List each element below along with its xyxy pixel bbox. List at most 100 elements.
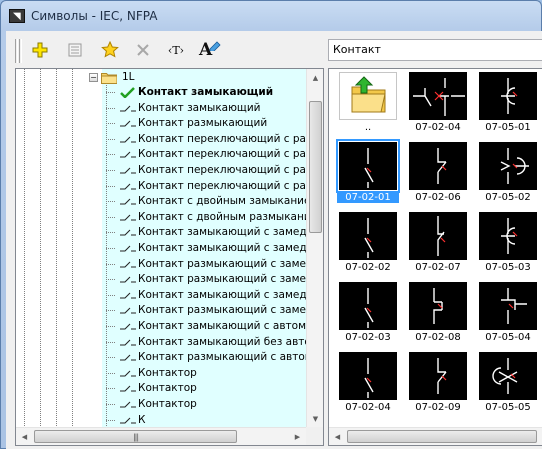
tree-connector — [106, 404, 116, 405]
tree-item[interactable]: Контакт замыкающий с автоматическим — [16, 319, 306, 335]
gallery-symbol-cell[interactable]: 07-02-09 — [405, 352, 471, 418]
gallery-symbol-cell[interactable]: 07-02-03 — [335, 282, 401, 348]
cell-caption: 07-02-04 — [345, 402, 391, 413]
cell-caption: 07-02-01 — [337, 192, 399, 203]
symbol-thumbnail — [339, 212, 397, 260]
cell-caption: 07-05-03 — [485, 262, 531, 273]
gallery-symbol-cell[interactable]: 07-02-01 — [335, 139, 401, 208]
tree-item-label: К — [138, 413, 146, 426]
gallery-parent-folder[interactable]: .. — [335, 72, 401, 138]
search-input[interactable]: Контакт — [328, 39, 542, 61]
tree-item-label: Контакт замыкающий — [138, 101, 261, 114]
scroll-thumb[interactable] — [309, 101, 322, 233]
contact-symbol-icon — [120, 120, 136, 127]
tree-item[interactable]: Контактор — [16, 397, 306, 413]
symbol-gallery: .. 07-02-04 07-05-01 07-02-01 07-02-06 07-05-… — [328, 68, 542, 446]
gallery-symbol-cell[interactable]: 07-02-04 — [405, 72, 471, 138]
contact-symbol-icon — [120, 105, 136, 112]
cell-caption: 07-02-06 — [415, 192, 461, 203]
tree-item[interactable]: Контакт переключающий с размыканием — [16, 147, 306, 163]
window-title: Символы - IEC, NFPA — [31, 9, 158, 23]
tree-item[interactable]: Контакт с двойным замыканием — [16, 194, 306, 210]
cell-caption: 07-02-08 — [415, 332, 461, 343]
gallery-symbol-cell[interactable]: 07-05-05 — [475, 352, 541, 418]
delete-button[interactable] — [131, 39, 155, 61]
tree-item-label: Контакт замыкающий с замедлением — [138, 242, 306, 254]
tree-item[interactable]: Контакт переключающий с размыканием — [16, 132, 306, 148]
tree-item-label: Контакт размыкающий — [138, 117, 268, 130]
tree-item[interactable]: Контакт переключающий с размыканием — [16, 163, 306, 179]
cell-caption: 07-05-02 — [485, 192, 531, 203]
tree-item[interactable]: Контакт замыкающий с замедлением — [16, 225, 306, 241]
add-button[interactable] — [28, 39, 52, 61]
tree-item[interactable]: Контакт размыкающий — [16, 116, 306, 132]
tree-horizontal-scrollbar[interactable]: ◀ ||| ▶ — [16, 427, 306, 445]
tree-item[interactable]: Контактор — [16, 381, 306, 397]
contact-symbol-icon — [120, 245, 136, 252]
client-area: ‹T› A Контакт − 1L Контакт замыкающий Ко… — [6, 31, 542, 449]
contact-symbol-icon — [120, 339, 136, 346]
tree-item[interactable]: Контакт замыкающий без автоматического — [16, 335, 306, 351]
tree-item[interactable]: Контакт переключающий с размыканием — [16, 179, 306, 195]
gallery-symbol-cell[interactable]: 07-02-06 — [405, 142, 471, 208]
tree-item[interactable]: Контакт размыкающий с замедлением — [16, 257, 306, 273]
title-bar[interactable]: ◥ Символы - IEC, NFPA — [1, 1, 541, 31]
tree-connector — [106, 248, 116, 249]
rename-button[interactable]: A — [198, 39, 222, 61]
gallery-symbol-cell[interactable]: 07-02-04 — [335, 352, 401, 418]
tree-item-label: Контакт замыкающий без автоматического — [138, 335, 306, 348]
properties-button[interactable] — [63, 39, 87, 61]
contact-symbol-icon — [120, 152, 136, 158]
tree-item[interactable]: Контакт размыкающий с замедлением — [16, 272, 306, 288]
collapse-icon[interactable]: − — [89, 73, 98, 82]
gallery-symbol-cell[interactable]: 07-02-02 — [335, 212, 401, 278]
tree-connector — [106, 107, 116, 109]
scroll-left-icon[interactable]: ◀ — [329, 428, 346, 445]
text-button[interactable]: ‹T› — [164, 39, 188, 61]
tree-item[interactable]: Контакт замыкающий с замедлением — [16, 288, 306, 304]
gallery-symbol-cell[interactable]: 07-05-01 — [475, 72, 541, 138]
cell-caption: 07-02-09 — [415, 402, 461, 413]
contact-symbol-icon — [120, 183, 136, 190]
tree-item[interactable]: Контакт замыкающий — [16, 101, 306, 117]
favorites-button[interactable] — [98, 39, 122, 61]
gallery-horizontal-scrollbar[interactable]: ◀ — [329, 427, 542, 445]
tree-item[interactable]: К — [16, 413, 306, 427]
scroll-down-icon[interactable]: ▼ — [307, 410, 323, 427]
tree-item[interactable]: Контакт замыкающий — [16, 85, 306, 101]
tree-connector — [106, 92, 116, 93]
check-icon — [120, 87, 135, 98]
cell-caption: 07-02-03 — [345, 332, 391, 343]
gallery-symbol-cell[interactable]: 07-05-02 — [475, 142, 541, 208]
gallery-symbol-cell[interactable]: 07-02-07 — [405, 212, 471, 278]
contact-symbol-icon — [120, 198, 136, 205]
scroll-thumb[interactable] — [347, 430, 537, 443]
text-tag-icon: ‹T› — [167, 43, 185, 57]
tree-item-label: Контактор — [138, 398, 197, 410]
scroll-thumb[interactable]: ||| — [34, 430, 237, 443]
scroll-left-icon[interactable]: ◀ — [16, 428, 33, 445]
toolbar-grip[interactable] — [15, 39, 18, 63]
tree-item[interactable]: Контакт размыкающий с автоматическим — [16, 350, 306, 366]
tree-item[interactable]: Контакт размыкающий с замедлением — [16, 303, 306, 319]
tree-item[interactable]: Контактор — [16, 366, 306, 382]
scroll-up-icon[interactable]: ▲ — [307, 69, 323, 86]
tree-connector — [106, 170, 116, 171]
tree-folder-1l[interactable]: − 1L — [16, 70, 306, 86]
symbol-thumbnail — [479, 282, 537, 330]
tree-vertical-scrollbar[interactable]: ▲ ▼ — [306, 69, 323, 427]
symbol-thumbnail — [409, 282, 467, 330]
gallery-symbol-cell[interactable]: 07-05-03 — [475, 212, 541, 278]
tree-item-label: Контакт размыкающий с замедлением — [138, 257, 306, 270]
scroll-corner — [306, 427, 323, 445]
tree-connector — [106, 154, 116, 156]
tree-item-label: Контакт размыкающий с замедлением — [138, 273, 306, 286]
symbol-thumbnail — [479, 352, 537, 400]
tree-item-label: Контакт переключающий с размыканием — [138, 164, 306, 176]
tree-item[interactable]: Контакт замыкающий с замедлением — [16, 241, 306, 257]
scroll-right-icon[interactable]: ▶ — [289, 428, 306, 445]
tree-item[interactable]: Контакт с двойным размыканием — [16, 210, 306, 226]
gallery-symbol-cell[interactable]: 07-02-08 — [405, 282, 471, 348]
tree-item-label: Контакт с двойным замыканием — [138, 195, 306, 208]
gallery-symbol-cell[interactable]: 07-05-04 — [475, 282, 541, 348]
